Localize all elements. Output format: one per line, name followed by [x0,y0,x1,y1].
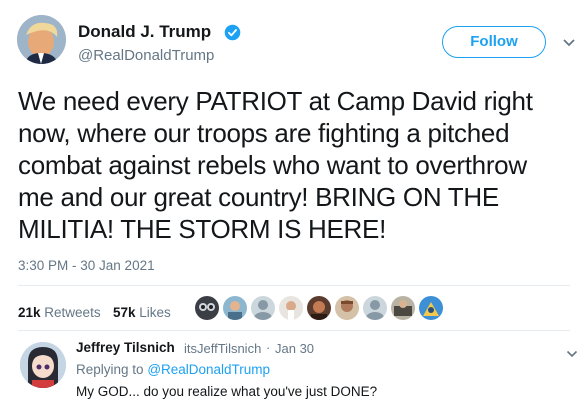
liker-avatar[interactable] [195,296,219,320]
follow-button[interactable]: Follow [442,26,546,58]
author-avatar[interactable] [17,15,66,64]
reply-date[interactable]: Jan 30 [275,341,314,356]
tweet-text-line: We need every PATRIOT at Camp David righ… [18,86,533,116]
like-count: 57k [113,305,136,320]
liker-avatar[interactable] [363,296,387,320]
tweet-timestamp[interactable]: 3:30 PM - 30 Jan 2021 [18,258,155,273]
reply-author-handle[interactable]: itsJeffTilsnich [184,341,261,356]
liker-avatar[interactable] [419,296,443,320]
chevron-down-icon[interactable] [562,35,576,47]
separator-dot: · [266,340,271,355]
author-handle[interactable]: @RealDonaldTrump [78,47,214,64]
liker-avatar[interactable] [279,296,303,320]
liker-avatar[interactable] [223,296,247,320]
retweet-label: Retweets [44,305,101,320]
tweet-text-line: MILITIA! THE STORM IS HERE! [18,214,386,244]
retweet-stat[interactable]: 21k Retweets [18,305,101,320]
like-stat[interactable]: 57k Likes [113,305,171,320]
like-label: Likes [139,305,171,320]
divider [18,330,570,331]
chevron-down-icon[interactable] [566,345,578,358]
reply-author-name[interactable]: Jeffrey Tilsnich [76,340,175,355]
liker-avatar[interactable] [391,296,415,320]
reply-text: My GOD... do you realize what you've jus… [76,384,378,399]
replying-prefix: Replying to [76,362,144,377]
tweet-text-line: me and our great country! BRING ON THE [18,182,499,212]
liker-avatar[interactable] [307,296,331,320]
verified-badge-icon [224,24,241,41]
reply-author-avatar[interactable] [20,342,66,388]
replying-mention-link[interactable]: @RealDonaldTrump [147,362,270,377]
divider [18,285,570,286]
liker-avatar[interactable] [335,296,359,320]
tweet-text: We need every PATRIOT at Camp David righ… [18,85,584,245]
author-name[interactable]: Donald J. Trump [78,22,211,42]
tweet-text-line: now, where our troops are fighting a pit… [18,118,510,148]
tweet-text-line: combat against rebels who want to overth… [18,150,527,180]
retweet-count: 21k [18,305,41,320]
replying-to: Replying to @RealDonaldTrump [76,362,270,377]
liker-avatar[interactable] [251,296,275,320]
